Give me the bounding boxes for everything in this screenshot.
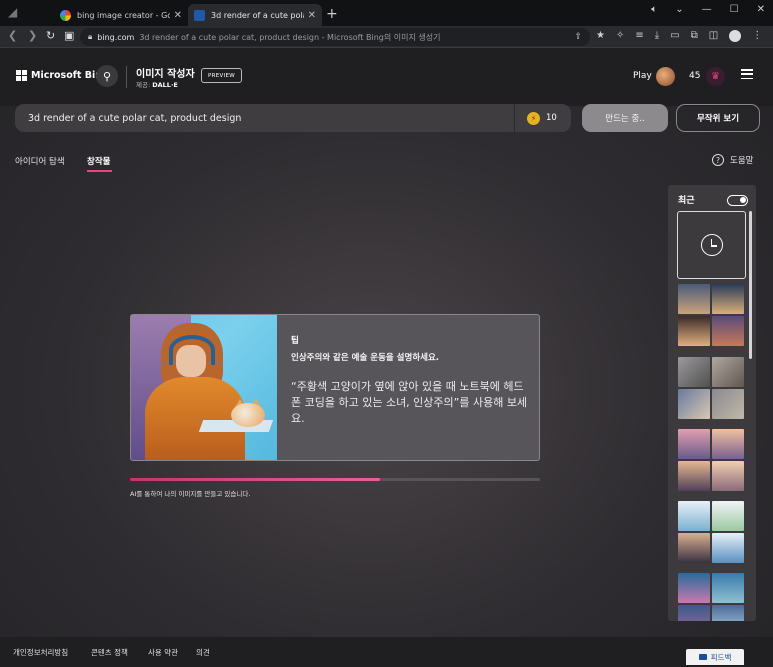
extension-puzzle-icon[interactable]: ✧ — [616, 30, 624, 42]
recent-creation-group[interactable] — [678, 429, 744, 491]
google-favicon-icon — [60, 9, 71, 21]
speaker-icon[interactable]: 🔈︎ — [651, 4, 657, 15]
clock-icon — [700, 234, 723, 256]
share-icon[interactable]: ⇪ — [574, 32, 582, 42]
preview-badge: PREVIEW — [201, 68, 242, 83]
prompt-input[interactable] — [15, 104, 514, 132]
microsoft-bing-logo[interactable]: Microsoft Bing — [16, 70, 109, 81]
video-icon[interactable]: ▭ — [670, 30, 679, 42]
screenshot-icon[interactable]: ⧉ — [691, 30, 698, 42]
lock-icon: 🔒︎ — [88, 32, 93, 41]
feedback-button[interactable]: 피드백 — [686, 649, 744, 665]
recent-title: 최근 — [678, 196, 695, 206]
recent-panel: 최근 — [668, 185, 756, 621]
tab-creations[interactable]: 창작물 — [87, 155, 110, 167]
play-link[interactable]: Play — [633, 71, 652, 81]
profile-icon[interactable] — [729, 30, 742, 42]
terms-link[interactable]: 사용 약관 — [148, 647, 178, 658]
progress-fill — [130, 478, 381, 481]
browser-menu-icon[interactable]: ◢ — [8, 5, 24, 21]
tip-subtitle: 인상주의와 같은 예술 운동을 설명하세요. — [291, 353, 440, 363]
recent-creation-group[interactable] — [678, 357, 744, 419]
close-window-icon[interactable]: ✕ — [757, 4, 765, 15]
extension-icons: ★ ✧ ≡ ⤓ ▭ ⧉ ◫ ⋮ — [596, 30, 762, 42]
help-icon: ? — [712, 154, 724, 166]
playlist-icon[interactable]: ≡ — [635, 30, 643, 42]
content-policy-link[interactable]: 콘텐츠 정책 — [91, 647, 128, 658]
play-avatar[interactable] — [656, 67, 675, 86]
tip-title: 팁 — [291, 336, 299, 346]
powered-by-dalle: DALL·E — [152, 81, 178, 89]
surprise-me-button[interactable]: 무작위 보기 — [676, 104, 760, 132]
active-tab-indicator — [87, 170, 112, 172]
feedback-link[interactable]: 의견 — [196, 647, 210, 658]
tab-close-icon[interactable]: ✕ — [308, 10, 316, 21]
tab-title: 3d render of a cute polar cat, product d… — [211, 10, 304, 20]
app-title[interactable]: 이미지 작성자 — [136, 65, 195, 80]
image-creator-page: Microsoft Bing ⚲ 이미지 작성자 제공: DALL·E PREV… — [0, 48, 773, 667]
browser-toolbar: ❮ ❯ ↻ ▣ 🔒︎ bing.com 3d render of a cute … — [0, 26, 773, 48]
boost-counter[interactable]: ⚡ 10 — [515, 111, 571, 125]
recent-toggle[interactable] — [727, 195, 748, 206]
boost-coin-icon: ⚡ — [527, 111, 540, 125]
tab-bing-image-creator[interactable]: 3d render of a cute polar cat, product d… — [188, 4, 322, 26]
site-footer: 개인정보처리방침 콘텐츠 정책 사용 약관 의견 피드백 — [0, 637, 773, 667]
history-tile[interactable] — [677, 211, 746, 279]
minimize-icon[interactable]: — — [702, 4, 712, 15]
maximize-icon[interactable]: ☐ — [730, 4, 739, 15]
tab-close-icon[interactable]: ✕ — [174, 10, 182, 21]
new-tab-button[interactable]: + — [326, 6, 338, 22]
microsoft-logo-icon — [16, 70, 27, 81]
tab-explore-ideas[interactable]: 아이디어 탐색 — [15, 155, 65, 167]
recent-creation-group[interactable] — [678, 284, 744, 346]
rewards-points[interactable]: 45 — [689, 71, 700, 81]
tip-example-prompt: “주황색 고양이가 옆에 앉아 있을 때 노트북에 헤드폰 코딩을 하고 있는 … — [291, 380, 528, 425]
create-button[interactable]: 만드는 중.. — [582, 104, 668, 132]
tip-card: 팁 인상주의와 같은 예술 운동을 설명하세요. “주황색 고양이가 옆에 앉아… — [130, 314, 540, 461]
tab-title: bing image creator - Google — [77, 10, 170, 20]
trophy-icon[interactable]: ♛ — [706, 67, 725, 86]
recent-scrollbar[interactable] — [749, 211, 752, 359]
privacy-link[interactable]: 개인정보처리방침 — [13, 647, 68, 658]
download-icon[interactable]: ⤓ — [655, 30, 659, 42]
bing-favicon-icon — [194, 9, 205, 21]
chevron-down-icon[interactable]: ⌄ — [675, 4, 683, 15]
boost-count: 10 — [546, 113, 557, 123]
speed-dial-icon[interactable]: ▣ — [64, 29, 74, 42]
search-icon[interactable]: ⚲ — [96, 65, 118, 87]
forward-icon[interactable]: ❯ — [28, 29, 37, 42]
address-path: 3d render of a cute polar cat, product d… — [139, 32, 441, 42]
progress-caption: AI를 통하여 나의 이미지를 만들고 있습니다. — [130, 490, 251, 498]
address-bar[interactable]: 🔒︎ bing.com 3d render of a cute polar ca… — [80, 28, 590, 46]
feedback-button-label: 피드백 — [710, 652, 732, 662]
tab-google-search[interactable]: bing image creator - Google ✕ — [54, 4, 188, 26]
hamburger-menu-icon[interactable] — [741, 69, 753, 79]
browser-tab-bar: ◢ bing image creator - Google ✕ 3d rende… — [0, 0, 773, 26]
progress-bar — [130, 478, 540, 481]
help-label: 도움말 — [730, 156, 754, 166]
more-menu-icon[interactable]: ⋮ — [752, 30, 762, 42]
reload-icon[interactable]: ↻ — [46, 29, 55, 42]
site-header: Microsoft Bing ⚲ 이미지 작성자 제공: DALL·E PREV… — [0, 48, 773, 106]
sidebar-icon[interactable]: ◫ — [709, 30, 718, 42]
powered-by: 제공: DALL·E — [136, 79, 178, 89]
header-divider — [126, 66, 127, 88]
window-controls: 🔈︎ ⌄ — ☐ ✕ — [651, 4, 765, 15]
powered-prefix: 제공: — [136, 81, 151, 89]
tip-example-image — [131, 315, 277, 460]
recent-creation-group[interactable] — [678, 573, 744, 621]
help-link[interactable]: ? 도움말 — [712, 154, 753, 166]
back-icon[interactable]: ❮ — [8, 29, 17, 42]
recent-creation-group[interactable] — [678, 501, 744, 563]
chat-bubble-icon — [698, 654, 707, 660]
address-domain: bing.com — [97, 32, 135, 42]
prompt-bar: ⚡ 10 — [15, 104, 571, 132]
bookmark-icon[interactable]: ★ — [596, 30, 605, 42]
